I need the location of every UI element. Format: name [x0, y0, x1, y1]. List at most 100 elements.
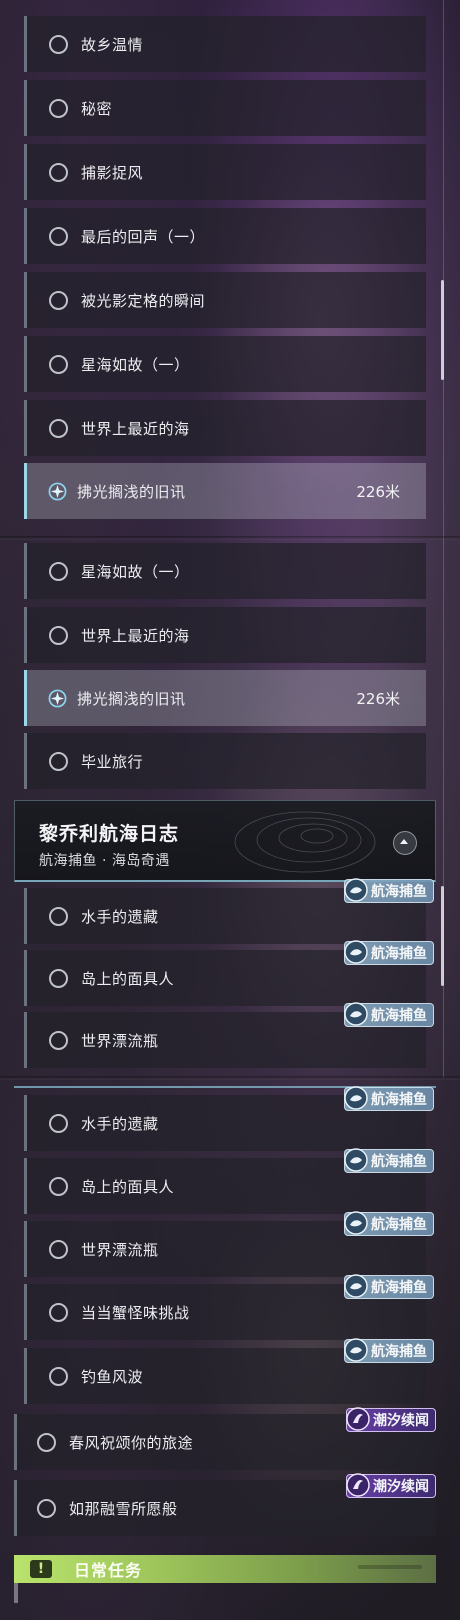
quest-tag-fishing: 航海捕鱼	[344, 1274, 434, 1299]
radio-circle-icon	[49, 162, 68, 182]
quest-tag-fishing: 航海捕鱼	[344, 940, 434, 965]
daily-quests-label: 日常任务	[74, 1561, 143, 1580]
radio-circle-icon	[49, 98, 68, 118]
quest-label: 毕业旅行	[81, 752, 144, 771]
radio-circle-icon	[49, 751, 68, 771]
quest-label: 水手的遗藏	[81, 907, 159, 926]
distance-label: 226米	[356, 689, 400, 708]
quest-label: 秘密	[81, 99, 113, 118]
radio-circle-icon	[49, 354, 68, 374]
quest-item[interactable]: 世界上最近的海	[24, 607, 426, 663]
tide-tag-icon	[346, 1407, 370, 1431]
fishing-tag-icon	[344, 1002, 368, 1026]
quest-item[interactable]: 毕业旅行	[24, 733, 426, 789]
quest-label: 当当蟹怪味挑战	[81, 1303, 190, 1322]
quest-label: 星海如故（一）	[81, 355, 190, 374]
quest-label: 世界上最近的海	[81, 419, 190, 438]
scrollbar-thumb[interactable]	[441, 886, 444, 986]
quest-item[interactable]: 星海如故（一）	[24, 336, 426, 392]
radio-circle-icon	[49, 290, 68, 310]
radio-circle-icon	[37, 1498, 56, 1518]
daily-quests-header[interactable]: ! 日常任务	[14, 1555, 436, 1583]
category-subtitle: 航海捕鱼 · 海岛奇遇	[39, 853, 170, 869]
radio-circle-icon	[49, 1113, 68, 1133]
quest-tag-fishing: 航海捕鱼	[344, 1338, 434, 1363]
quest-label: 世界上最近的海	[81, 626, 190, 645]
radio-circle-icon	[49, 226, 68, 246]
quest-label: 最后的回声（一）	[81, 227, 206, 246]
quest-list-panel-middle: 星海如故（一） 世界上最近的海 拂光搁浅的旧讯 226米 毕业旅行 黎乔利航海日…	[0, 538, 460, 1078]
quest-label: 岛上的面具人	[81, 969, 175, 988]
radio-circle-icon	[37, 1432, 56, 1452]
quest-label: 捕影捉风	[81, 163, 144, 182]
quest-item-tracked[interactable]: 拂光搁浅的旧讯 226米	[24, 463, 426, 519]
radio-circle-icon	[49, 1366, 68, 1386]
scrollbar-thumb[interactable]	[441, 280, 444, 380]
quest-label: 星海如故（一）	[81, 562, 190, 581]
quest-label: 故乡温情	[81, 35, 144, 54]
quest-tag-tide: 潮汐续闻	[346, 1407, 436, 1432]
topographic-decoration	[234, 811, 376, 873]
tag-label: 航海捕鱼	[371, 1280, 427, 1296]
quest-tag-fishing: 航海捕鱼	[344, 1086, 434, 1111]
radio-circle-icon	[49, 561, 68, 581]
tag-label: 航海捕鱼	[371, 1154, 427, 1170]
tag-label: 航海捕鱼	[371, 1008, 427, 1024]
quest-label: 春风祝颂你的旅途	[69, 1433, 194, 1452]
radio-circle-icon	[49, 1302, 68, 1322]
fishing-tag-icon	[344, 940, 368, 964]
tag-label: 潮汐续闻	[373, 1413, 429, 1429]
category-title: 黎乔利航海日志	[39, 823, 180, 845]
quest-label: 世界漂流瓶	[81, 1031, 159, 1050]
chevron-up-icon[interactable]	[393, 831, 417, 855]
quest-label: 水手的遗藏	[81, 1114, 159, 1133]
quest-tag-fishing: 航海捕鱼	[344, 878, 434, 903]
tag-label: 潮汐续闻	[373, 1479, 429, 1495]
list-edge	[14, 1583, 18, 1603]
navigation-target-icon	[48, 482, 67, 500]
quest-label: 岛上的面具人	[81, 1177, 175, 1196]
fishing-tag-icon	[344, 878, 368, 902]
radio-circle-icon	[49, 906, 68, 926]
quest-label: 被光影定格的瞬间	[81, 291, 206, 310]
quest-item-tracked[interactable]: 拂光搁浅的旧讯 226米	[24, 670, 426, 726]
tide-tag-icon	[346, 1473, 370, 1497]
exclamation-icon: !	[30, 1560, 52, 1578]
quest-list-panel-top: 故乡温情 秘密 捕影捉风 最后的回声（一） 被光影定格的瞬间 星海如故（一） 世…	[0, 0, 460, 538]
fishing-tag-icon	[344, 1274, 368, 1298]
quest-tag-fishing: 航海捕鱼	[344, 1148, 434, 1173]
fishing-tag-icon	[344, 1338, 368, 1362]
header-decoration	[358, 1565, 422, 1569]
fishing-tag-icon	[344, 1148, 368, 1172]
quest-item[interactable]: 秘密	[24, 80, 426, 136]
quest-item[interactable]: 最后的回声（一）	[24, 208, 426, 264]
quest-item[interactable]: 世界上最近的海	[24, 400, 426, 456]
radio-circle-icon	[49, 34, 68, 54]
quest-label: 钓鱼风波	[81, 1367, 144, 1386]
quest-label: 如那融雪所愿般	[69, 1499, 178, 1518]
radio-circle-icon	[49, 418, 68, 438]
radio-circle-icon	[49, 1176, 68, 1196]
navigation-target-icon	[48, 689, 67, 707]
radio-circle-icon	[49, 1030, 68, 1050]
quest-tag-tide: 潮汐续闻	[346, 1473, 436, 1498]
tag-label: 航海捕鱼	[371, 946, 427, 962]
fishing-tag-icon	[344, 1086, 368, 1110]
quest-label: 拂光搁浅的旧讯	[77, 482, 186, 501]
quest-item[interactable]: 星海如故（一）	[24, 543, 426, 599]
quest-item[interactable]: 故乡温情	[24, 16, 426, 72]
fishing-tag-icon	[344, 1211, 368, 1235]
tag-label: 航海捕鱼	[371, 1344, 427, 1360]
radio-circle-icon	[49, 1239, 68, 1259]
quest-item[interactable]: 捕影捉风	[24, 144, 426, 200]
radio-circle-icon	[49, 625, 68, 645]
tag-label: 航海捕鱼	[371, 1092, 427, 1108]
tag-label: 航海捕鱼	[371, 884, 427, 900]
quest-label: 拂光搁浅的旧讯	[77, 689, 186, 708]
radio-circle-icon	[49, 968, 68, 988]
panel-divider	[0, 536, 460, 540]
quest-tag-fishing: 航海捕鱼	[344, 1002, 434, 1027]
quest-category-header[interactable]: 黎乔利航海日志 航海捕鱼 · 海岛奇遇	[14, 800, 436, 882]
quest-item[interactable]: 被光影定格的瞬间	[24, 272, 426, 328]
distance-label: 226米	[356, 482, 400, 501]
